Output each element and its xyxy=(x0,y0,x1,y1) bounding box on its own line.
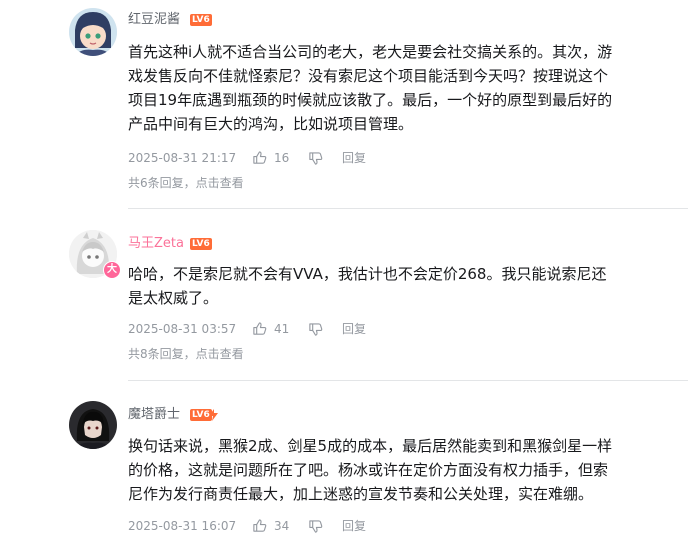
divider xyxy=(128,208,688,209)
comment-line: 首先这种i人就不适合当公司的老大，老大是要会社交搞关系的。其次，游 xyxy=(128,43,613,61)
like-count: 16 xyxy=(274,151,290,165)
username[interactable]: 红豆泥酱 xyxy=(128,12,180,28)
comment-meta: 2025-08-31 16:07 34 回复 xyxy=(128,517,628,535)
comment-line: 戏发售反向不佳就怪索尼？没有索尼这个项目能活到今天吗？按理说这个 xyxy=(128,67,609,85)
dislike-icon[interactable] xyxy=(308,151,323,166)
reply-button[interactable]: 回复 xyxy=(342,517,366,535)
lightning-icon xyxy=(209,409,218,421)
reply-button[interactable]: 回复 xyxy=(342,320,366,338)
dislike-icon[interactable] xyxy=(308,519,323,534)
comment-text: 哈哈，不是索尼就不会有VVA，我估计也不会定价268。我只能说索尼还 是太权威了… xyxy=(128,262,668,310)
comment-line: 产品中间有巨大的鸿沟，比如说项目管理。 xyxy=(128,115,414,133)
like-count: 41 xyxy=(274,322,290,336)
timestamp: 2025-08-31 16:07 xyxy=(128,519,237,533)
username[interactable]: 魔塔爵士 xyxy=(128,407,180,423)
view-replies-link[interactable]: 共6条回复，点击查看 xyxy=(128,175,244,191)
vip-badge-icon: 大 xyxy=(103,261,121,279)
like-icon[interactable] xyxy=(252,321,267,336)
dislike-icon[interactable] xyxy=(308,322,323,337)
comment-line: 项目19年底遇到瓶颈的时候就应该散了。最后，一个好的原型到最后好的 xyxy=(128,91,613,109)
view-replies-link[interactable]: 共8条回复，点击查看 xyxy=(128,346,244,362)
comment-text: 首先这种i人就不适合当公司的老大，老大是要会社交搞关系的。其次，游 戏发售反向不… xyxy=(128,40,668,136)
comment-text: 换句话来说，黑猴2成、剑星5成的成本，最后居然能卖到和黑猴剑星一样 的价格，这就… xyxy=(128,434,668,506)
comment-line: 尼作为发行商责任最大，加上迷惑的宣发节奏和公关处理，实在难绷。 xyxy=(128,485,594,503)
comment-line: 是太权威了。 xyxy=(128,289,219,307)
avatar-image xyxy=(69,8,117,56)
username[interactable]: 马王Zeta xyxy=(128,236,184,252)
divider xyxy=(128,380,688,381)
timestamp: 2025-08-31 21:17 xyxy=(128,151,237,165)
comment-line: 换句话来说，黑猴2成、剑星5成的成本，最后居然能卖到和黑猴剑星一样 xyxy=(128,437,613,455)
comment-line: 的价格，这就是问题所在了吧。杨冰或许在定价方面没有权力插手，但索 xyxy=(128,461,609,479)
level-badge: LV6 xyxy=(190,238,212,250)
avatar-image xyxy=(69,401,117,449)
comment-meta: 2025-08-31 21:17 16 回复 xyxy=(128,149,628,167)
reply-button[interactable]: 回复 xyxy=(342,149,366,167)
comment-line: 哈哈，不是索尼就不会有VVA，我估计也不会定价268。我只能说索尼还 xyxy=(128,265,607,283)
like-icon[interactable] xyxy=(252,150,267,165)
like-icon[interactable] xyxy=(252,518,267,533)
like-count: 34 xyxy=(274,519,290,533)
comment-meta: 2025-08-31 03:57 41 回复 xyxy=(128,320,628,338)
avatar-魔塔爵士[interactable] xyxy=(69,401,117,449)
level-badge: LV6 xyxy=(190,14,212,26)
timestamp: 2025-08-31 03:57 xyxy=(128,322,237,336)
avatar-红豆泥酱[interactable] xyxy=(69,8,117,56)
